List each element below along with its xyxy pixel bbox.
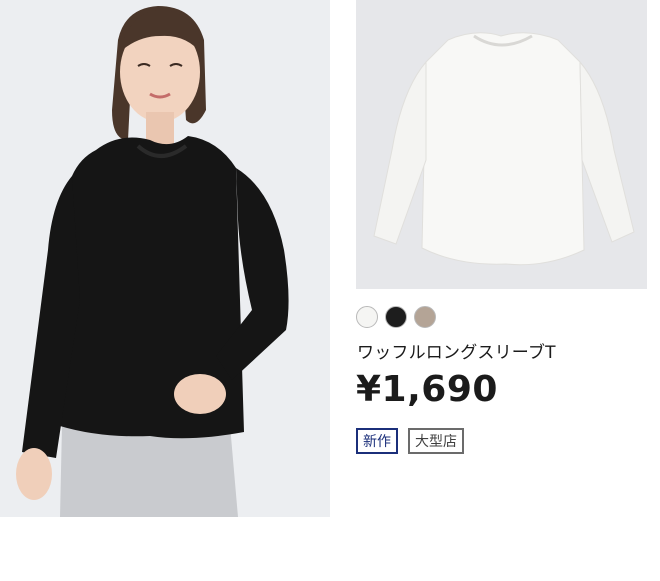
product-name[interactable]: ワッフルロングスリーブT <box>357 338 556 363</box>
model-wearing-black-shirt-image <box>0 0 330 517</box>
product-photo[interactable] <box>356 0 647 289</box>
product-tags: 新作 大型店 <box>356 428 464 454</box>
color-swatches <box>356 306 436 328</box>
color-swatch-white[interactable] <box>356 306 378 328</box>
model-photo[interactable] <box>0 0 330 517</box>
white-long-sleeve-shirt-image <box>356 0 647 289</box>
product-price: ¥1,690 <box>356 369 498 410</box>
color-swatch-black[interactable] <box>385 306 407 328</box>
new-arrival-badge: 新作 <box>356 428 398 454</box>
color-swatch-beige[interactable] <box>414 306 436 328</box>
large-store-badge: 大型店 <box>408 428 464 454</box>
